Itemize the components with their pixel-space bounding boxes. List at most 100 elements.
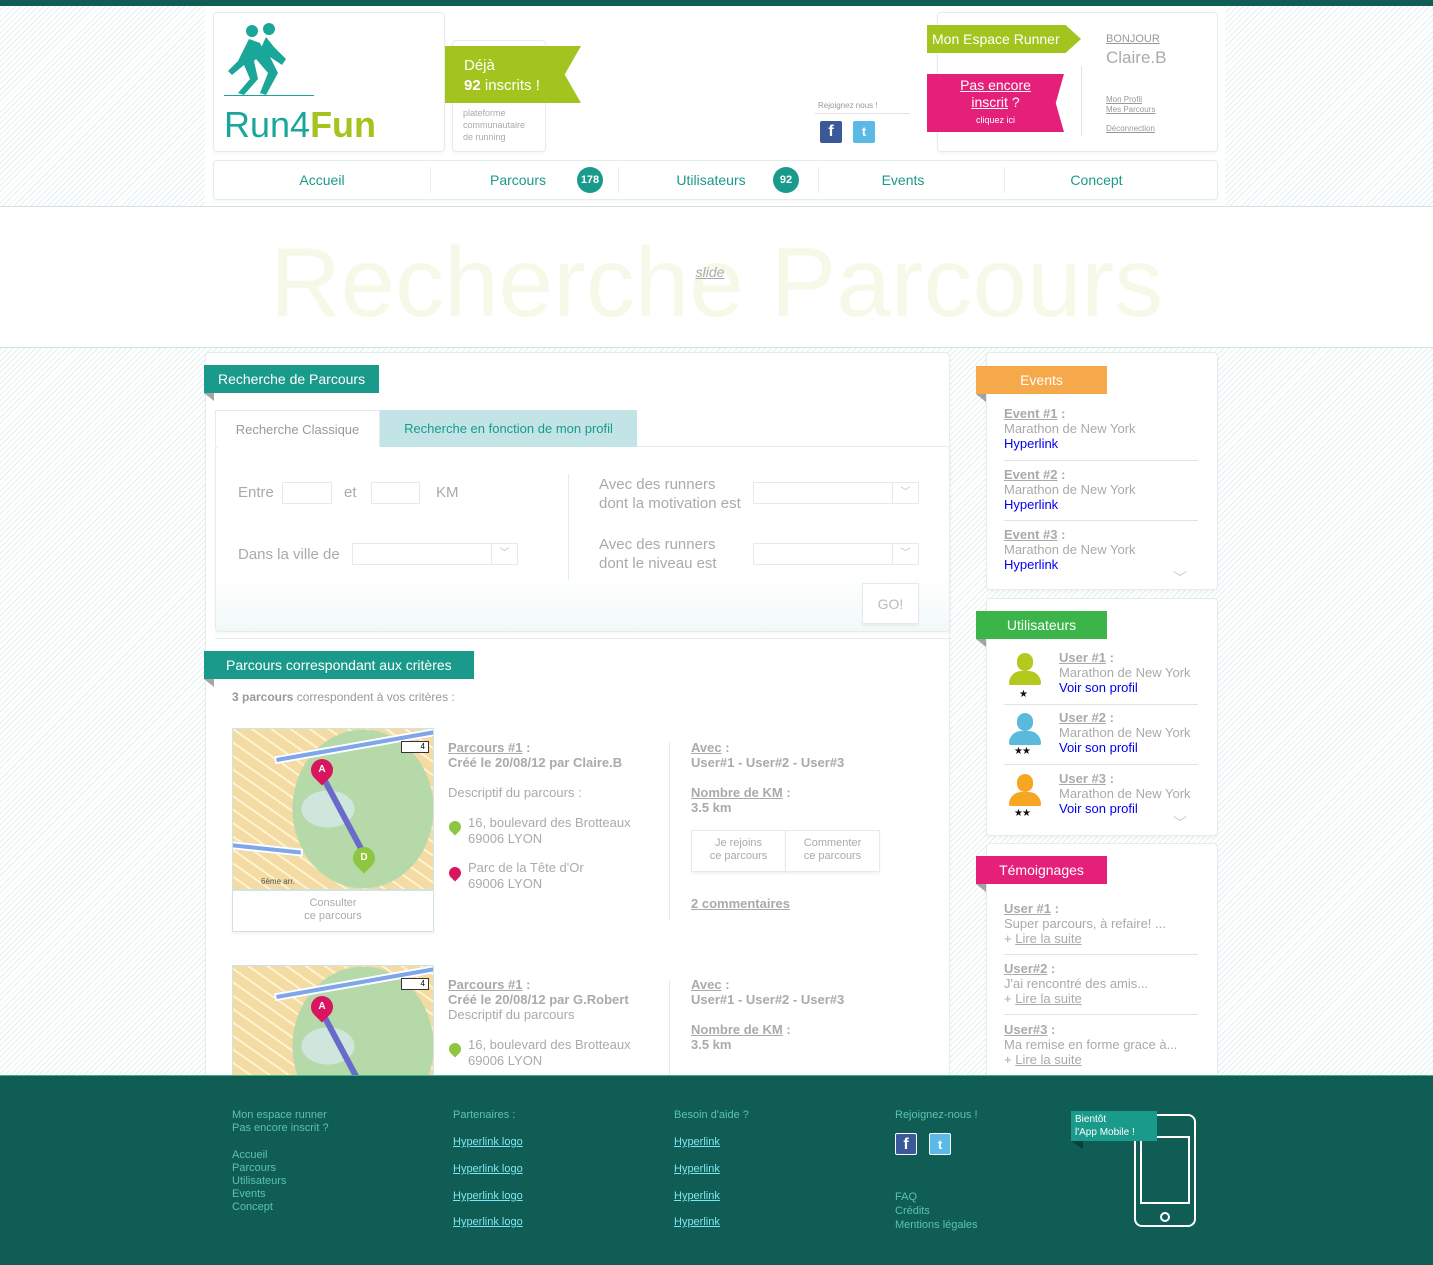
footer-link[interactable]: Mentions légales bbox=[895, 1218, 978, 1232]
tagline-line: plateforme bbox=[463, 108, 506, 118]
mon-profil-link[interactable]: Mon Profil bbox=[1106, 95, 1142, 104]
parcours-created: Créé le 20/08/12 par Claire.B bbox=[448, 755, 623, 770]
km-value: 3.5 km bbox=[691, 800, 732, 815]
sign-label: 4 bbox=[420, 979, 425, 988]
tab-recherche-classique[interactable]: Recherche Classique bbox=[215, 410, 380, 447]
plus-sign: + bbox=[1004, 931, 1016, 946]
lire-la-suite-link[interactable]: Lire la suite bbox=[1015, 931, 1081, 946]
facebook-icon[interactable]: f bbox=[820, 121, 842, 143]
ville-select[interactable]: ﹀ bbox=[352, 543, 518, 565]
motivation-select[interactable]: ﹀ bbox=[753, 482, 919, 504]
logo-card[interactable]: Run4Fun bbox=[213, 12, 445, 152]
lire-la-suite-link[interactable]: Lire la suite bbox=[1015, 991, 1081, 1006]
event-label[interactable]: Event #1 bbox=[1004, 406, 1057, 421]
commenter-parcours-button[interactable]: Commenter ce parcours bbox=[785, 830, 880, 872]
parcours-title-link[interactable]: Parcours #1 bbox=[448, 977, 522, 992]
signup-line1: Pas encore bbox=[960, 77, 1031, 93]
partner-link[interactable]: Hyperlink logo bbox=[453, 1163, 523, 1175]
help-link[interactable]: Hyperlink bbox=[674, 1190, 720, 1202]
temoignage-label[interactable]: User#2 bbox=[1004, 961, 1047, 976]
avatar-body bbox=[1009, 731, 1041, 745]
et-label: et bbox=[344, 484, 357, 501]
parcours-count-badge: 178 bbox=[577, 167, 603, 193]
route-map[interactable]: A 4 bbox=[232, 965, 434, 1075]
consulter-parcours-button[interactable]: Consulter ce parcours bbox=[232, 890, 434, 932]
tab-recherche-profil[interactable]: Recherche en fonction de mon profil bbox=[380, 410, 637, 447]
temoignage-item: User #1 : Super parcours, à refaire! ... +… bbox=[1004, 901, 1166, 946]
map-route-sign: 4 bbox=[401, 978, 429, 990]
mon-espace-runner-button[interactable]: Mon Espace Runner bbox=[927, 25, 1081, 53]
event-link[interactable]: Hyperlink bbox=[1004, 557, 1136, 572]
partner-link[interactable]: Hyperlink logo bbox=[453, 1190, 523, 1202]
nav-accueil[interactable]: Accueil bbox=[214, 161, 430, 199]
mes-parcours-link[interactable]: Mes Parcours bbox=[1106, 105, 1155, 114]
event-item: Event #3 : Marathon de New York Hyperlink bbox=[1004, 527, 1136, 572]
km-min-input[interactable] bbox=[282, 482, 332, 504]
event-link[interactable]: Hyperlink bbox=[1004, 436, 1136, 451]
footer-link[interactable]: Mon espace runner bbox=[232, 1109, 329, 1122]
nav-concept[interactable]: Concept bbox=[1005, 161, 1188, 199]
footer-link[interactable]: Crédits bbox=[895, 1204, 978, 1218]
help-link[interactable]: Hyperlink bbox=[674, 1163, 720, 1175]
signup-label: Pas encore inscrit ? bbox=[927, 77, 1064, 111]
route-map[interactable]: A D 4 6ème arr. bbox=[232, 728, 434, 890]
footer-link[interactable]: Accueil bbox=[232, 1149, 286, 1162]
user-label[interactable]: User #3 bbox=[1059, 771, 1106, 786]
user-label[interactable]: User #1 bbox=[1059, 650, 1106, 665]
facebook-icon[interactable]: f bbox=[895, 1133, 917, 1155]
avec-label: Avec bbox=[691, 740, 722, 755]
footer-link[interactable]: Concept bbox=[232, 1201, 286, 1214]
chevron-down-icon[interactable]: ﹀ bbox=[1173, 813, 1187, 833]
comments-link[interactable]: 2 commentaires bbox=[691, 896, 790, 911]
chevron-down-icon[interactable]: ﹀ bbox=[1173, 568, 1187, 588]
event-label[interactable]: Event #2 bbox=[1004, 467, 1057, 482]
footer-link[interactable]: Utilisateurs bbox=[232, 1175, 286, 1188]
niveau-select[interactable]: ﹀ bbox=[753, 543, 919, 565]
twitter-icon[interactable]: t bbox=[853, 121, 875, 143]
user-profile-link[interactable]: Voir son profil bbox=[1059, 740, 1191, 755]
footer-link[interactable]: FAQ bbox=[895, 1190, 978, 1204]
ribbon-fold bbox=[976, 394, 986, 402]
footer-link[interactable]: Events bbox=[232, 1188, 286, 1201]
rejoindre-parcours-button[interactable]: Je rejoins ce parcours bbox=[691, 830, 786, 872]
tagline-line: communautaire bbox=[463, 120, 526, 130]
signup-count-text: Déjà 92 inscrits ! bbox=[464, 56, 540, 96]
niveau-line: Avec des runners bbox=[599, 536, 716, 553]
help-link[interactable]: Hyperlink bbox=[674, 1216, 720, 1228]
lire-la-suite-link[interactable]: Lire la suite bbox=[1015, 1052, 1081, 1067]
tagline-line: de running bbox=[463, 132, 506, 142]
temoignage-label[interactable]: User #1 bbox=[1004, 901, 1051, 916]
deconnexion-link[interactable]: Déconnection bbox=[1106, 124, 1155, 133]
signup-suffix: inscrits ! bbox=[484, 77, 540, 94]
user-desc: Marathon de New York bbox=[1059, 665, 1191, 680]
hero-title: Recherche Parcours bbox=[269, 227, 1164, 337]
partner-link[interactable]: Hyperlink logo bbox=[453, 1136, 523, 1148]
parcours-info: Parcours #1 : Créé le 20/08/12 par G.Rob… bbox=[448, 977, 629, 1022]
event-label[interactable]: Event #3 bbox=[1004, 527, 1057, 542]
user-profile-link[interactable]: Voir son profil bbox=[1059, 801, 1191, 816]
search-form-card bbox=[215, 446, 950, 632]
parcours-title-link[interactable]: Parcours #1 bbox=[448, 740, 522, 755]
footer-link[interactable]: Parcours bbox=[232, 1162, 286, 1175]
footer-link[interactable]: Pas encore inscrit ? bbox=[232, 1122, 329, 1135]
parcours-start: 16, boulevard des Brotteaux 69006 LYON bbox=[468, 1037, 631, 1069]
address-line: 16, boulevard des Brotteaux bbox=[468, 815, 631, 830]
partner-link[interactable]: Hyperlink logo bbox=[453, 1216, 523, 1228]
slide-link[interactable]: slide bbox=[0, 264, 1420, 280]
km-label: Nombre de KM bbox=[691, 1022, 783, 1037]
km-max-input[interactable] bbox=[371, 482, 420, 504]
user-profile-link[interactable]: Voir son profil bbox=[1059, 680, 1191, 695]
nav-events[interactable]: Events bbox=[819, 161, 987, 199]
brand-wordmark: Run4Fun bbox=[224, 105, 376, 145]
go-button[interactable]: GO! bbox=[862, 583, 919, 624]
user-label[interactable]: User #2 bbox=[1059, 710, 1106, 725]
twitter-icon[interactable]: t bbox=[929, 1133, 951, 1155]
help-link[interactable]: Hyperlink bbox=[674, 1136, 720, 1148]
signup-button[interactable]: Pas encore inscrit ? cliquez ici bbox=[927, 74, 1064, 132]
hero-slide: Recherche Parcours slide bbox=[0, 206, 1433, 348]
event-link[interactable]: Hyperlink bbox=[1004, 497, 1136, 512]
results-summary-text: correspondent à vos critères : bbox=[293, 690, 455, 704]
temoignage-label[interactable]: User#3 bbox=[1004, 1022, 1047, 1037]
avatar-body bbox=[1009, 792, 1041, 806]
avec-label: Avec bbox=[691, 977, 722, 992]
